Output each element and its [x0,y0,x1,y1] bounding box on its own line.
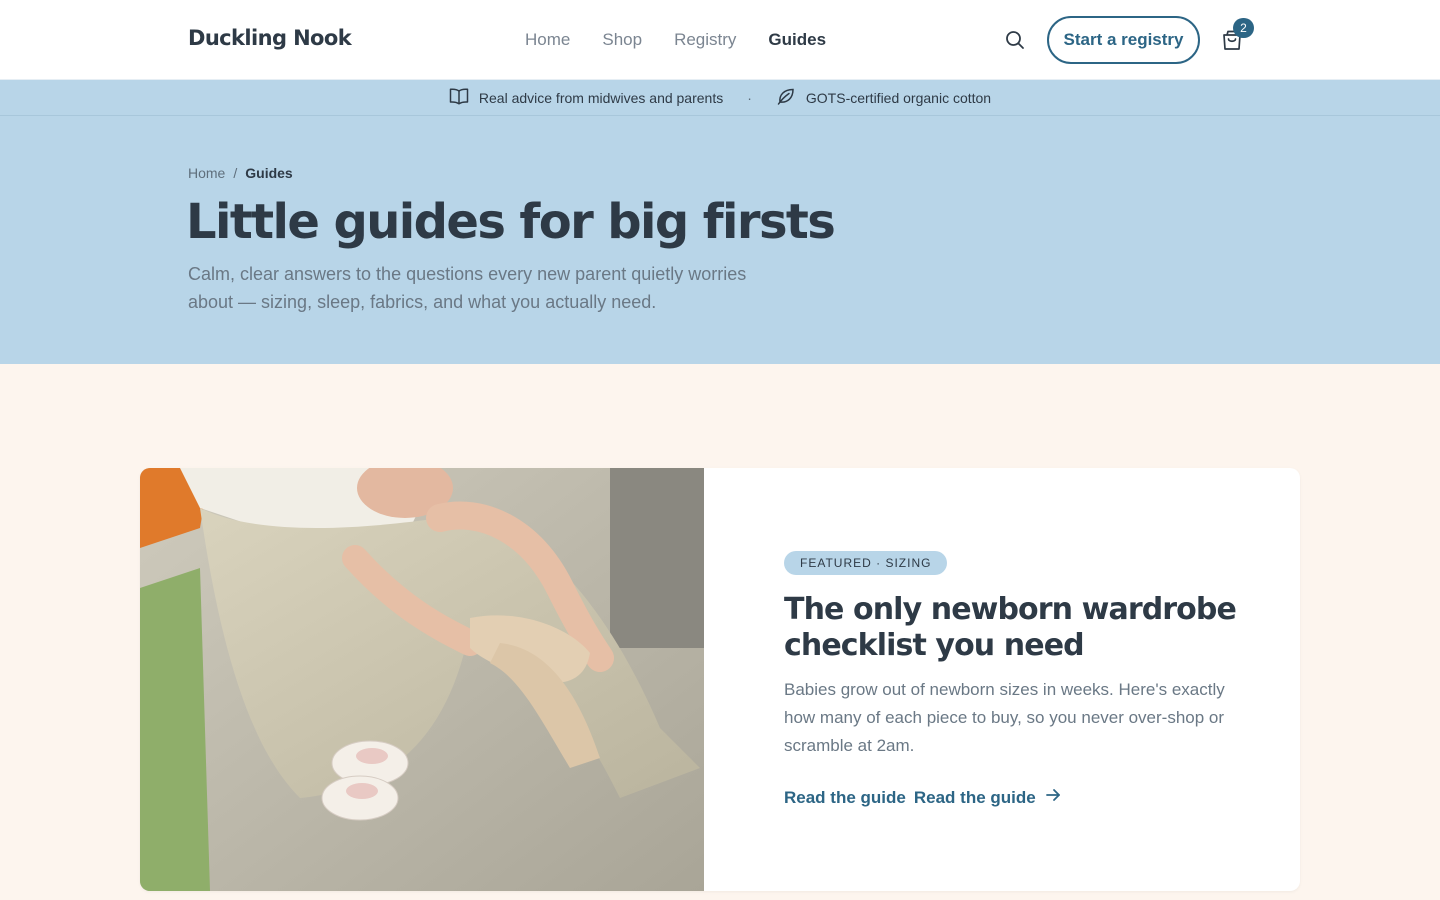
search-icon[interactable] [1004,29,1026,51]
featured-guide-description: Babies grow out of newborn sizes in week… [784,680,1225,755]
nav-item-registry[interactable]: Registry [674,30,736,50]
nav-item-home[interactable]: Home [525,30,570,50]
featured-guide-card[interactable]: FEATURED · SIZING The only newborn wardr… [140,468,1300,891]
arrow-right-icon [1044,786,1062,809]
page-title: Little guides for big firsts [186,194,836,250]
read-guide-label-repeat: Read the guide [913,787,1036,807]
category-tag: FEATURED · SIZING [784,551,948,575]
hero-section: Home / Guides Little guides for big firs… [0,116,1440,364]
announcement-item: GOTS-certified organic cotton [776,86,991,109]
featured-guide-title[interactable]: The only newborn wardrobe checklist you … [784,592,1244,664]
open-book-icon [449,87,469,108]
site-header: Duckling Nook Home Shop Registry Guides … [0,0,1440,80]
nav-item-guides[interactable]: Guides [768,30,826,50]
featured-guide-image [140,468,704,891]
leaf-icon [776,86,796,109]
read-guide-label: Read the guide [784,787,906,807]
breadcrumb-home[interactable]: Home [188,165,225,181]
cart-count-badge: 2 [1233,18,1254,38]
page-subtitle: Calm, clear answers to the questions eve… [188,264,747,312]
announcement-separator: · [747,89,752,106]
read-guide-link[interactable]: Read the guide Read the guide [784,786,1062,809]
breadcrumb-separator: / [233,165,238,181]
nav-item-shop[interactable]: Shop [602,30,642,50]
announcement-item: Real advice from midwives and parents [449,87,723,108]
breadcrumb-current: Guides [245,165,293,181]
main-nav: Home Shop Registry Guides [525,30,858,50]
breadcrumb: Home / Guides [188,165,293,181]
announcement-bar: Real advice from midwives and parents · … [0,80,1440,116]
announcement-text: GOTS-certified organic cotton [805,89,992,106]
brand-logo[interactable]: Duckling Nook [188,26,352,50]
announcement-text: Real advice from midwives and parents [478,89,724,106]
start-registry-button[interactable]: Start a registry [1047,16,1200,64]
